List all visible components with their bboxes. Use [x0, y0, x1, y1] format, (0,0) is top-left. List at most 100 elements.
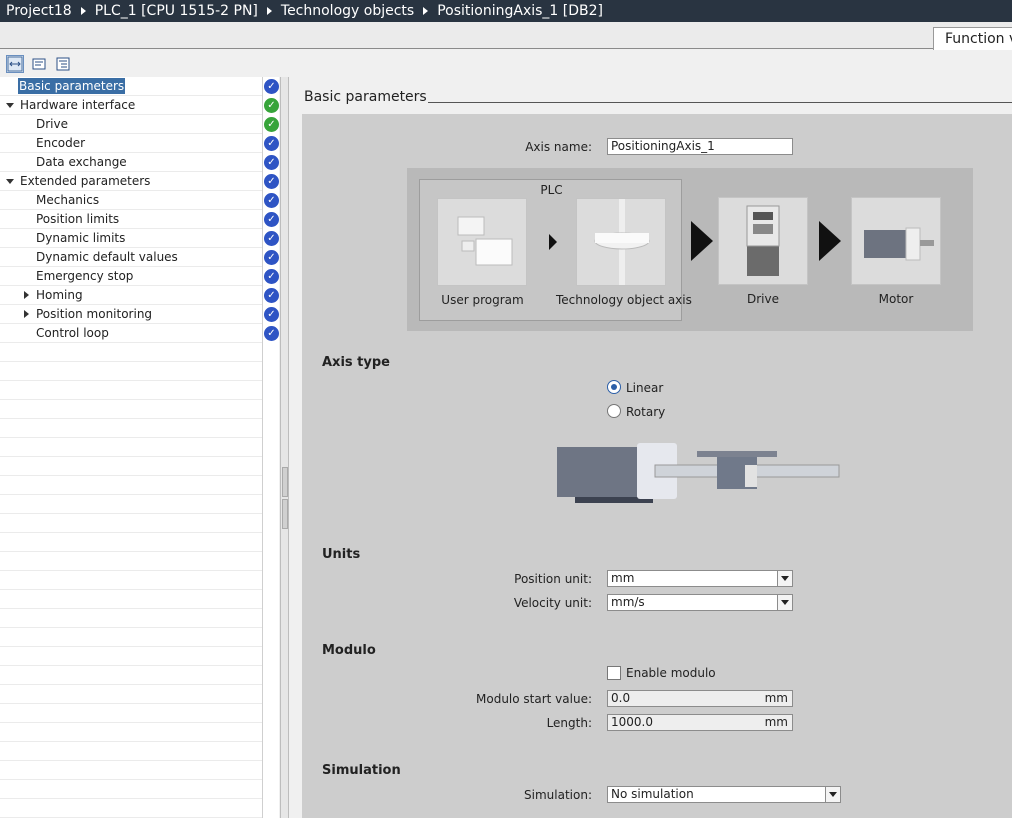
linear-label[interactable]: Linear	[626, 381, 663, 395]
nav-item-label: Mechanics	[36, 193, 100, 207]
nav-empty-row	[0, 723, 262, 742]
breadcrumb-plc[interactable]: PLC_1 [CPU 1515-2 PN]	[95, 3, 258, 19]
nav-empty-row	[0, 476, 262, 495]
status-ok-icon: ✓	[264, 117, 279, 132]
axis-name-field[interactable]: PositioningAxis_1	[607, 138, 793, 155]
nav-empty-row	[0, 761, 262, 780]
velocity-unit-value: mm/s	[611, 595, 645, 609]
expand-all-button[interactable]	[30, 55, 48, 73]
sync-icon	[7, 56, 23, 72]
technology-object-icon[interactable]	[576, 198, 666, 286]
nav-empty-row	[0, 438, 262, 457]
nav-empty-row	[0, 343, 262, 362]
status-ok-icon: ✓	[264, 288, 279, 303]
nav-item-position-monitoring[interactable]: Position monitoring	[0, 305, 262, 324]
axis-overview-diagram: PLC User program Technology object axis …	[407, 168, 973, 331]
basic-parameters-page: Basic parameters Axis name: PositioningA…	[290, 77, 1012, 818]
nav-item-dynamic-limits[interactable]: Dynamic limits	[0, 229, 262, 248]
nav-item-hardware-interface[interactable]: Hardware interface	[0, 96, 262, 115]
tab-function-view[interactable]: Function v	[933, 27, 1012, 50]
nav-item-encoder[interactable]: Encoder	[0, 134, 262, 153]
expand-right-handle-icon[interactable]	[282, 499, 288, 529]
nav-empty-row	[0, 799, 262, 818]
status-ok-icon: ✓	[264, 79, 279, 94]
status-ok-icon: ✓	[264, 193, 279, 208]
units-heading: Units	[322, 547, 361, 562]
navigation-toolbar	[0, 52, 300, 76]
status-ok-icon: ✓	[264, 212, 279, 227]
plc-group: PLC User program Technology object axis	[419, 179, 692, 321]
chevron-down-icon[interactable]	[825, 787, 840, 802]
position-unit-value: mm	[611, 571, 635, 585]
length-unit: mm	[764, 715, 788, 729]
nav-item-extended-parameters[interactable]: Extended parameters	[0, 172, 262, 191]
axis-name-label: Axis name:	[525, 140, 592, 154]
nav-empty-row	[0, 666, 262, 685]
nav-empty-row	[0, 742, 262, 761]
position-unit-select[interactable]: mm	[607, 570, 793, 587]
motor-graphic	[864, 227, 934, 261]
nav-item-mechanics[interactable]: Mechanics	[0, 191, 262, 210]
enable-modulo-checkbox[interactable]	[607, 666, 621, 680]
nav-item-label: Homing	[36, 288, 83, 302]
nav-item-homing[interactable]: Homing	[0, 286, 262, 305]
nav-empty-row	[0, 495, 262, 514]
breadcrumb-project[interactable]: Project18	[6, 3, 72, 19]
nav-item-emergency-stop[interactable]: Emergency stop	[0, 267, 262, 286]
plc-label: PLC	[540, 183, 563, 197]
panel-splitter[interactable]	[280, 77, 289, 818]
view-tab-strip: Function v	[0, 22, 1012, 50]
chevron-down-icon[interactable]	[777, 595, 792, 610]
nav-empty-row	[0, 780, 262, 799]
rotary-label[interactable]: Rotary	[626, 405, 665, 419]
status-ok-icon: ✓	[264, 231, 279, 246]
nav-item-label: Hardware interface	[20, 98, 136, 112]
modulo-start-value: 0.0	[611, 691, 631, 705]
nav-item-label: Dynamic default values	[36, 250, 178, 264]
nav-item-label: Dynamic limits	[36, 231, 126, 245]
breadcrumb-technology-objects[interactable]: Technology objects	[281, 3, 414, 19]
nav-empty-row	[0, 457, 262, 476]
nav-item-data-exchange[interactable]: Data exchange	[0, 153, 262, 172]
nav-empty-row	[0, 419, 262, 438]
nav-empty-row	[0, 685, 262, 704]
enable-modulo-label[interactable]: Enable modulo	[626, 666, 716, 680]
user-program-icon[interactable]	[437, 198, 527, 286]
nav-empty-row	[0, 590, 262, 609]
modulo-start-field[interactable]: 0.0 mm	[607, 690, 793, 707]
rotary-radio[interactable]	[607, 404, 621, 418]
sync-navigation-button[interactable]	[6, 55, 24, 73]
collapse-left-handle-icon[interactable]	[282, 467, 288, 497]
drive-icon[interactable]	[718, 197, 808, 285]
nav-item-control-loop[interactable]: Control loop	[0, 324, 262, 343]
expand-arrow-icon[interactable]	[24, 291, 29, 299]
nav-item-label: Extended parameters	[20, 174, 151, 188]
technology-object-graphic	[594, 199, 650, 285]
linear-axis-illustration	[557, 443, 840, 503]
linear-radio[interactable]	[607, 380, 621, 394]
nav-empty-row	[0, 647, 262, 666]
modulo-start-unit: mm	[764, 691, 788, 705]
chevron-down-icon[interactable]	[777, 571, 792, 586]
expand-arrow-icon[interactable]	[24, 310, 29, 318]
collapse-all-button[interactable]	[54, 55, 72, 73]
motor-icon[interactable]	[851, 197, 941, 285]
nav-item-position-limits[interactable]: Position limits	[0, 210, 262, 229]
collapse-arrow-icon[interactable]	[6, 103, 14, 108]
nav-item-drive[interactable]: Drive	[0, 115, 262, 134]
simulation-select[interactable]: No simulation	[607, 786, 841, 803]
length-field[interactable]: 1000.0 mm	[607, 714, 793, 731]
breadcrumb-axis[interactable]: PositioningAxis_1 [DB2]	[437, 3, 603, 19]
nav-item-dynamic-default-values[interactable]: Dynamic default values	[0, 248, 262, 267]
nav-item-label: Basic parameters	[16, 77, 127, 95]
flow-arrow-icon	[549, 234, 557, 250]
nav-item-basic-parameters[interactable]: Basic parameters	[0, 77, 262, 96]
collapse-arrow-icon[interactable]	[6, 179, 14, 184]
status-ok-icon: ✓	[264, 136, 279, 151]
drive-graphic	[746, 205, 780, 276]
velocity-unit-select[interactable]: mm/s	[607, 594, 793, 611]
simulation-value: No simulation	[611, 787, 694, 801]
section-title: Basic parameters	[304, 89, 427, 105]
folder-collapse-icon	[56, 57, 70, 71]
simulation-heading: Simulation	[322, 763, 401, 778]
